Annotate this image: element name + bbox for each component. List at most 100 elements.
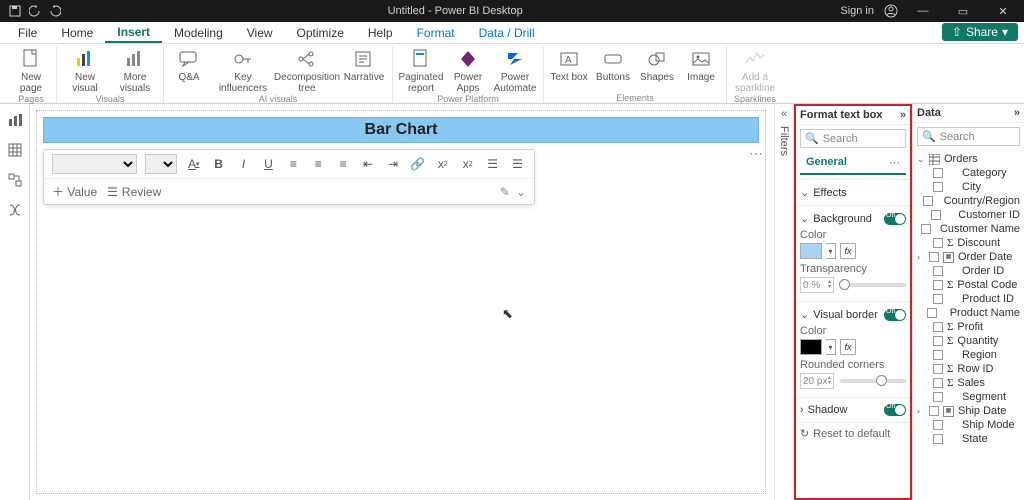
dax-view-icon[interactable] <box>7 202 23 218</box>
field-profit[interactable]: ΣProfit <box>917 320 1020 334</box>
field-category[interactable]: Category <box>917 166 1020 180</box>
field-country-region[interactable]: Country/Region <box>917 194 1020 208</box>
tab-insert[interactable]: Insert <box>105 22 162 43</box>
field-order-date[interactable]: ›▦Order Date <box>917 250 1020 264</box>
field-checkbox[interactable] <box>933 420 943 430</box>
user-icon[interactable] <box>884 4 898 18</box>
new-page-button[interactable]: New page <box>12 48 50 94</box>
expand-filters-icon[interactable]: « <box>781 108 787 120</box>
align-left-button[interactable]: ≡ <box>285 154 302 174</box>
close-button[interactable]: ✕ <box>988 5 1018 18</box>
field-segment[interactable]: Segment <box>917 390 1020 404</box>
shadow-section-header[interactable]: ›Shadow On <box>800 402 906 418</box>
visual-options-menu[interactable]: ⋯ <box>749 145 763 162</box>
border-color-fx[interactable]: fx <box>840 339 856 355</box>
sign-in-label[interactable]: Sign in <box>840 5 874 17</box>
buttons-button[interactable]: Buttons <box>594 48 632 83</box>
field-checkbox[interactable] <box>933 238 943 248</box>
field-ship-date[interactable]: ›▦Ship Date <box>917 404 1020 418</box>
tab-datadrill[interactable]: Data / Drill <box>467 22 547 43</box>
field-checkbox[interactable] <box>933 364 943 374</box>
background-section-header[interactable]: ⌄Background On <box>800 210 906 227</box>
bold-button[interactable]: B <box>210 154 227 174</box>
field-discount[interactable]: ΣDiscount <box>917 236 1020 250</box>
save-icon[interactable] <box>8 4 22 18</box>
field-checkbox[interactable] <box>933 168 943 178</box>
align-center-button[interactable]: ≡ <box>310 154 327 174</box>
tab-optimize[interactable]: Optimize <box>285 22 356 43</box>
rounded-input[interactable]: 20 px▴▾ <box>800 373 834 389</box>
tab-home[interactable]: Home <box>49 22 105 43</box>
power-automate-button[interactable]: Power Automate <box>493 48 537 94</box>
minimize-button[interactable]: — <box>908 5 938 17</box>
underline-button[interactable]: U <box>260 154 277 174</box>
tab-modeling[interactable]: Modeling <box>162 22 235 43</box>
indent-decrease-button[interactable]: ⇤ <box>360 154 377 174</box>
border-color-dropdown[interactable]: ▾ <box>826 339 836 355</box>
narrative-button[interactable]: Narrative <box>342 48 386 83</box>
field-quantity[interactable]: ΣQuantity <box>917 334 1020 348</box>
field-checkbox[interactable] <box>921 224 931 234</box>
decomposition-button[interactable]: Decomposition tree <box>278 48 336 94</box>
format-search-input[interactable]: 🔍 Search <box>800 129 906 148</box>
field-region[interactable]: Region <box>917 348 1020 362</box>
number-list-button[interactable]: ☰ <box>509 154 526 174</box>
italic-button[interactable]: I <box>235 154 252 174</box>
visual-border-toggle[interactable]: On <box>884 309 906 321</box>
field-checkbox[interactable] <box>933 336 943 346</box>
expand-data-icon[interactable]: » <box>1014 107 1020 119</box>
visual-border-section-header[interactable]: ⌄Visual border On <box>800 306 906 323</box>
field-checkbox[interactable] <box>933 294 943 304</box>
undo-icon[interactable] <box>28 4 42 18</box>
share-button[interactable]: ⇧ Share ▾ <box>942 23 1018 41</box>
transparency-slider[interactable] <box>840 283 906 287</box>
field-product-name[interactable]: Product Name <box>917 306 1020 320</box>
bg-color-dropdown[interactable]: ▾ <box>826 243 836 259</box>
field-checkbox[interactable] <box>933 322 943 332</box>
field-customer-id[interactable]: Customer ID <box>917 208 1020 222</box>
report-view-icon[interactable] <box>7 112 23 128</box>
field-order-id[interactable]: Order ID <box>917 264 1020 278</box>
field-product-id[interactable]: Product ID <box>917 292 1020 306</box>
new-visual-button[interactable]: New visual <box>63 48 107 94</box>
background-toggle[interactable]: On <box>884 213 906 225</box>
format-tab-general[interactable]: General ⋯ <box>800 152 906 175</box>
tab-file[interactable]: File <box>6 22 49 43</box>
field-checkbox[interactable] <box>933 280 943 290</box>
model-view-icon[interactable] <box>7 172 23 188</box>
more-options-icon[interactable]: ⋯ <box>889 156 900 169</box>
link-button[interactable]: 🔗 <box>409 154 426 174</box>
field-checkbox[interactable] <box>933 434 943 444</box>
field-checkbox[interactable] <box>929 252 939 262</box>
font-color-button[interactable]: A▾ <box>185 154 202 174</box>
field-city[interactable]: City <box>917 180 1020 194</box>
power-apps-button[interactable]: Power Apps <box>449 48 487 94</box>
field-checkbox[interactable] <box>933 182 943 192</box>
chevron-down-icon[interactable]: ⌄ <box>516 185 526 199</box>
wand-icon[interactable]: ✎ <box>500 185 510 199</box>
field-checkbox[interactable] <box>933 350 943 360</box>
shapes-button[interactable]: Shapes <box>638 48 676 83</box>
bg-color-swatch[interactable] <box>800 243 822 259</box>
data-search-input[interactable]: 🔍 Search <box>917 127 1020 146</box>
field-row-id[interactable]: ΣRow ID <box>917 362 1020 376</box>
field-postal-code[interactable]: ΣPostal Code <box>917 278 1020 292</box>
field-checkbox[interactable] <box>929 406 939 416</box>
key-influencers-button[interactable]: Key influencers <box>214 48 272 94</box>
image-button[interactable]: Image <box>682 48 720 83</box>
field-ship-mode[interactable]: Ship Mode <box>917 418 1020 432</box>
tab-help[interactable]: Help <box>356 22 405 43</box>
field-checkbox[interactable] <box>933 392 943 402</box>
field-checkbox[interactable] <box>927 308 937 318</box>
field-customer-name[interactable]: Customer Name <box>917 222 1020 236</box>
review-button[interactable]: ☰Review <box>107 185 161 199</box>
field-checkbox[interactable] <box>923 196 933 206</box>
tab-format[interactable]: Format <box>405 22 467 43</box>
redo-icon[interactable] <box>48 4 62 18</box>
report-canvas[interactable]: Bar Chart ⋯ A▾ B I U ≡ ≡ ≡ ⇤ ⇥ 🔗 x2 <box>30 104 774 500</box>
paginated-report-button[interactable]: Paginated report <box>399 48 443 94</box>
textbox-button[interactable]: AText box <box>550 48 588 83</box>
textbox-visual-title[interactable]: Bar Chart <box>43 117 759 143</box>
font-size-select[interactable] <box>145 154 177 174</box>
superscript-button[interactable]: x2 <box>434 154 451 174</box>
